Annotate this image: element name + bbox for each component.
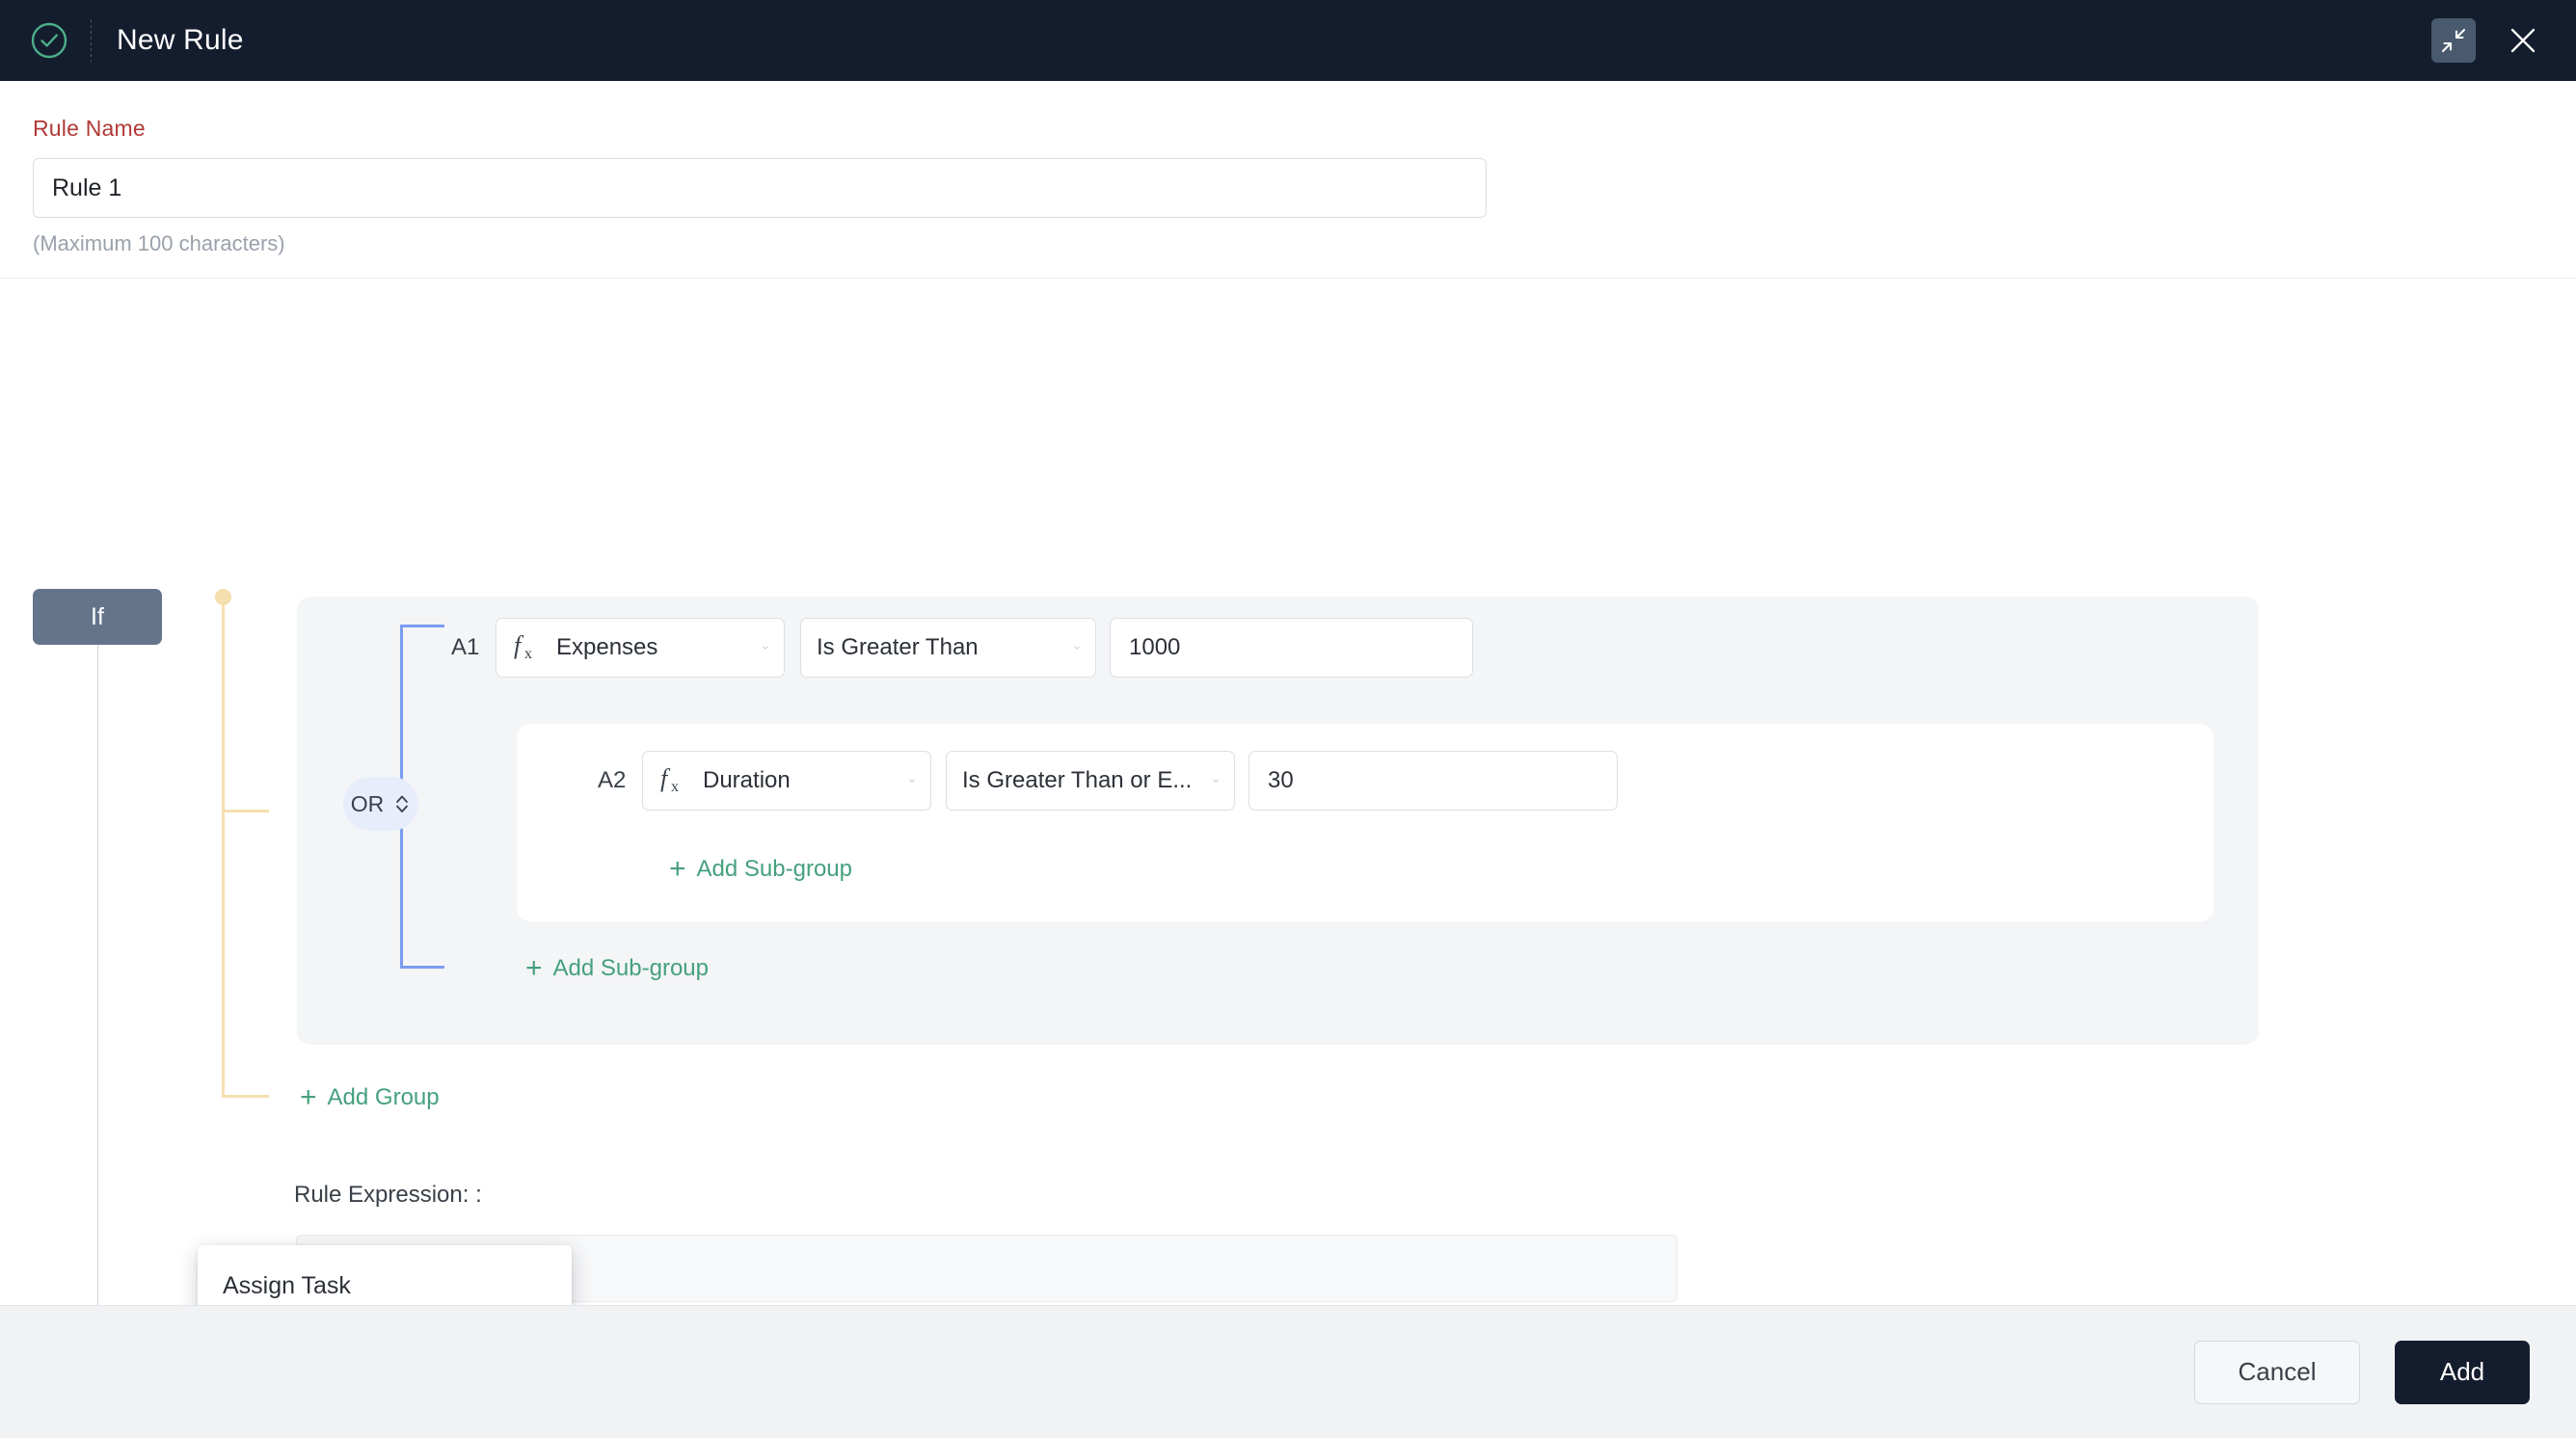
if-then-spine	[97, 645, 98, 1305]
condition-tag-a2: A2	[598, 767, 627, 793]
function-icon: f x	[660, 765, 679, 795]
field-select-a1-value: Expenses	[556, 634, 658, 660]
action-type-dropdown-menu: Assign Task Send Email Send SMS	[198, 1245, 572, 1305]
group-connector-tick-bottom	[222, 1095, 269, 1098]
logic-bracket-bottom	[400, 966, 444, 969]
add-group-label: Add Group	[327, 1084, 440, 1110]
add-sub-group-outer-label: Add Sub-group	[552, 955, 709, 981]
dialog-body: Rule Name (Maximum 100 characters) If Th…	[0, 81, 2576, 1305]
dialog-footer: Cancel Add	[0, 1305, 2576, 1438]
logic-operator-label: OR	[350, 790, 385, 816]
operator-select-a2-value: Is Greater Than or E...	[962, 767, 1193, 793]
page-title: New Rule	[117, 24, 244, 56]
field-select-a2[interactable]: f x Duration	[642, 751, 931, 811]
group-connector-line	[222, 597, 225, 1098]
if-badge: If	[33, 589, 162, 645]
close-button[interactable]	[2501, 18, 2545, 63]
condition-tag-a1: A1	[451, 634, 480, 660]
add-button[interactable]: Add	[2395, 1340, 2530, 1404]
new-rule-dialog: New Rule Rule Name (Maximum 100 characte…	[0, 0, 2576, 1438]
logic-bracket-top	[400, 625, 444, 627]
dropdown-item-assign-task[interactable]: Assign Task	[198, 1253, 572, 1305]
function-icon: f x	[514, 632, 532, 662]
condition-row-a2: A2 f x Duration Is Greater Than or E...	[598, 751, 1618, 811]
updown-chevron-icon	[396, 795, 409, 812]
rule-name-section: Rule Name (Maximum 100 characters)	[0, 81, 2576, 256]
chevron-down-icon	[1074, 646, 1080, 650]
condition-row-a1: A1 f x Expenses Is Greater Than	[451, 618, 1473, 678]
operator-select-a1[interactable]: Is Greater Than	[800, 618, 1096, 678]
plus-icon: +	[525, 952, 543, 984]
dropdown-item-label: Assign Task	[223, 1271, 351, 1299]
section-divider	[0, 278, 2576, 279]
svg-text:x: x	[524, 646, 532, 662]
svg-text:f: f	[514, 632, 524, 659]
add-sub-group-outer-button[interactable]: + Add Sub-group	[525, 954, 709, 983]
field-select-a2-value: Duration	[703, 767, 791, 793]
rule-expression-label: Rule Expression: :	[294, 1182, 482, 1208]
add-sub-group-inner-label: Add Sub-group	[696, 856, 852, 882]
title-divider	[91, 19, 92, 62]
chevron-down-icon	[763, 646, 768, 650]
svg-text:f: f	[660, 765, 671, 792]
check-circle-icon	[31, 22, 67, 59]
chevron-down-icon	[1213, 779, 1219, 783]
add-sub-group-inner-button[interactable]: + Add Sub-group	[669, 855, 852, 884]
rule-name-hint: (Maximum 100 characters)	[33, 231, 285, 255]
field-select-a1[interactable]: f x Expenses	[496, 618, 785, 678]
operator-select-a1-value: Is Greater Than	[817, 634, 979, 660]
plus-icon: +	[300, 1081, 317, 1113]
collapse-arrows-icon	[2441, 28, 2466, 53]
dialog-title-bar: New Rule	[0, 0, 2576, 81]
close-icon	[2510, 28, 2536, 53]
cancel-button[interactable]: Cancel	[2194, 1340, 2360, 1404]
rule-name-label: Rule Name	[33, 116, 146, 141]
logic-operator-toggle[interactable]: OR	[343, 777, 418, 831]
chevron-down-icon	[909, 779, 915, 783]
rule-name-input[interactable]	[33, 158, 1487, 218]
group-connector-tick-top	[222, 810, 269, 812]
svg-text:x: x	[671, 779, 679, 795]
collapse-button[interactable]	[2431, 18, 2476, 63]
add-group-button[interactable]: + Add Group	[300, 1083, 440, 1112]
value-input-a2[interactable]	[1248, 751, 1618, 811]
value-input-a1[interactable]	[1110, 618, 1473, 678]
operator-select-a2[interactable]: Is Greater Than or E...	[946, 751, 1235, 811]
plus-icon: +	[669, 853, 686, 885]
